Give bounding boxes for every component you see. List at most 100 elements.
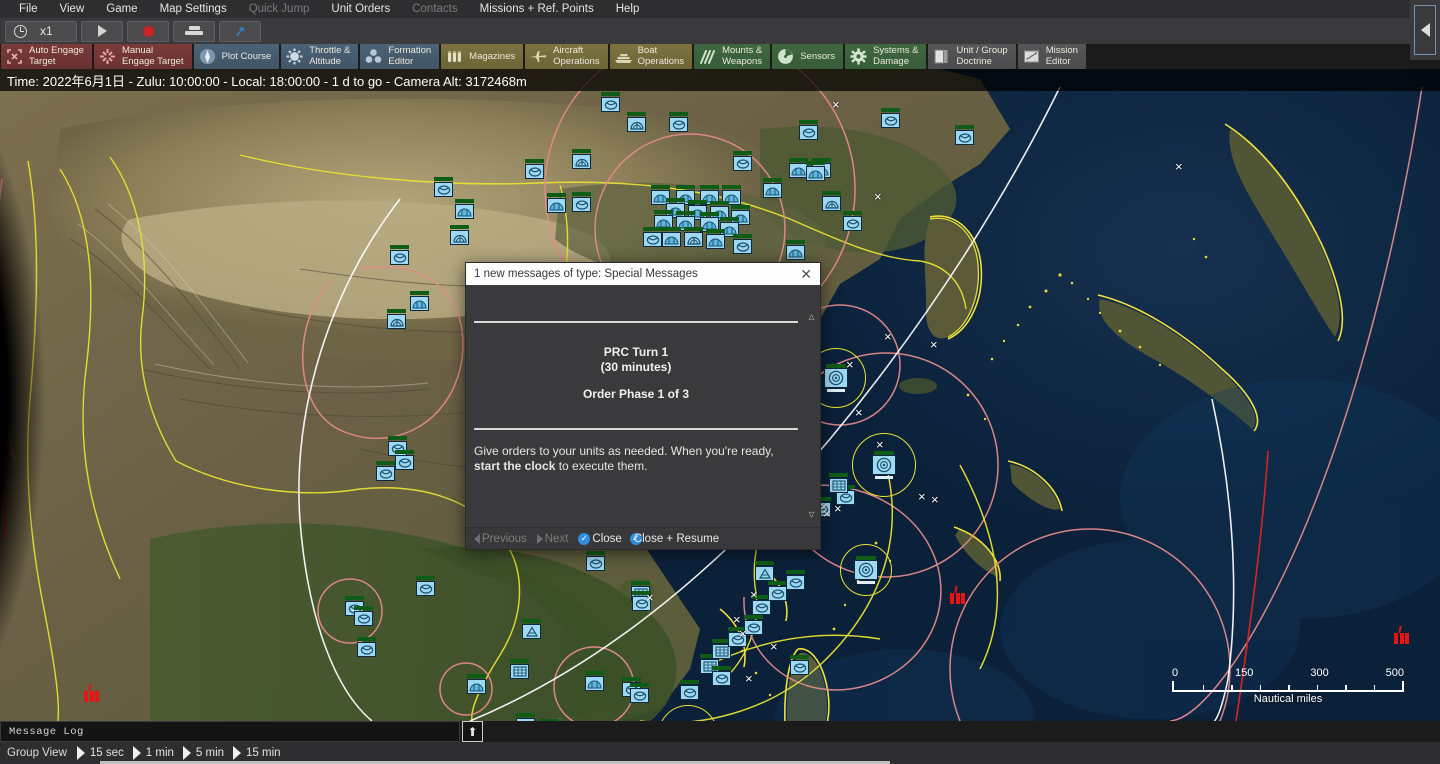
map-unit-marker[interactable] — [763, 178, 782, 198]
map-unit-marker[interactable] — [416, 576, 435, 596]
dialog-scrollbar[interactable]: ▵ ▿ — [805, 309, 818, 521]
contact-marker-x[interactable]: × — [823, 507, 831, 520]
contact-marker-x[interactable]: × — [884, 330, 892, 343]
time-step-button-5-min[interactable]: 5 min — [182, 746, 233, 760]
map-unit-marker[interactable] — [547, 193, 566, 213]
toolbar-button-throttle-altitude[interactable]: Throttle & Altitude — [281, 44, 359, 69]
map-unit-marker[interactable] — [643, 227, 662, 247]
close-icon[interactable]: ✕ — [798, 267, 814, 281]
menu-item-help[interactable]: Help — [605, 0, 651, 18]
toolbar-button-systems-damage[interactable]: Systems & Damage — [845, 44, 927, 69]
map-unit-marker[interactable] — [572, 192, 591, 212]
toolbar-button-magazines[interactable]: Magazines — [441, 44, 524, 69]
toolbar-button-auto-engage-target[interactable]: Auto Engage Target — [1, 44, 92, 69]
message-log-bar[interactable]: Message Log — [0, 721, 460, 742]
map-unit-marker[interactable] — [376, 461, 395, 481]
map-unit-marker[interactable] — [450, 225, 469, 245]
map-unit-marker[interactable] — [806, 161, 825, 181]
map-unit-marker[interactable] — [799, 120, 818, 140]
play-button[interactable] — [81, 20, 123, 42]
time-step-button-15-sec[interactable]: 15 sec — [76, 746, 133, 760]
close-resume-button[interactable]: ✓ Close + Resume — [629, 532, 719, 545]
map-unit-marker[interactable] — [627, 112, 646, 132]
toolbar-button-aircraft-operations[interactable]: Aircraft Operations — [525, 44, 608, 69]
map-unit-marker[interactable] — [455, 199, 474, 219]
close-button[interactable]: ✓ Close — [578, 532, 622, 545]
map-unit-marker[interactable] — [630, 683, 649, 703]
map-unit-marker[interactable] — [733, 151, 752, 171]
jump-to-unit-button[interactable]: ➚ — [219, 20, 261, 42]
contact-marker-x[interactable]: × — [1175, 160, 1183, 173]
contact-marker-x[interactable]: × — [874, 190, 882, 203]
toolbar-button-mission-editor[interactable]: Mission Editor — [1017, 44, 1086, 69]
map-naval-group-marker[interactable] — [854, 556, 878, 584]
map-unit-marker[interactable] — [706, 229, 725, 249]
time-step-button-1-min[interactable]: 1 min — [132, 746, 183, 760]
map-unit-marker[interactable] — [395, 450, 414, 470]
toolbar-button-manual-engage-target[interactable]: Manual Engage Target — [93, 44, 192, 69]
map-unit-marker[interactable] — [881, 108, 900, 128]
map-unit-marker[interactable] — [829, 473, 848, 493]
previous-button[interactable]: Previous — [474, 533, 527, 545]
map-unit-marker[interactable] — [843, 211, 862, 231]
map-unit-marker[interactable] — [733, 234, 752, 254]
menu-bar[interactable]: File View Game Map Settings Quick Jump Unit O… — [0, 0, 1440, 18]
menu-item-missions-ref-points[interactable]: Missions + Ref. Points — [469, 0, 605, 18]
map-unit-marker[interactable] — [585, 671, 604, 691]
toolbar-button-plot-course[interactable]: Plot Course — [193, 44, 280, 69]
map-unit-marker[interactable] — [354, 606, 373, 626]
toolbar-button-sensors[interactable]: Sensors — [772, 44, 844, 69]
map-naval-group-marker[interactable] — [824, 364, 848, 392]
map-unit-marker[interactable] — [786, 240, 805, 260]
menu-item-game[interactable]: Game — [95, 0, 148, 18]
map-unit-marker[interactable] — [790, 655, 809, 675]
contact-marker-x[interactable]: × — [733, 613, 741, 626]
game-speed-button[interactable]: x1 — [5, 20, 77, 42]
special-messages-dialog[interactable]: 1 new messages of type: Special Messages… — [465, 262, 821, 550]
menu-item-unit-orders[interactable]: Unit Orders — [320, 0, 401, 18]
map-unit-marker[interactable] — [601, 92, 620, 112]
map-unit-marker[interactable] — [755, 561, 774, 581]
map-unit-marker[interactable] — [822, 191, 841, 211]
layers-button[interactable] — [173, 20, 215, 42]
map-unit-marker[interactable] — [410, 291, 429, 311]
time-control-strip[interactable]: x1 ➚ — [0, 18, 1440, 44]
map-unit-marker[interactable] — [467, 674, 486, 694]
chevron-up-icon[interactable]: ▵ — [808, 309, 814, 323]
toolbar-button-formation-editor[interactable]: Formation Editor — [360, 44, 440, 69]
up-arrow-icon[interactable]: ⬆ — [462, 721, 483, 742]
contact-marker-x[interactable]: × — [745, 672, 753, 685]
toolbar-button-boat-operations[interactable]: Boat Operations — [609, 44, 693, 69]
map-unit-marker[interactable] — [680, 680, 699, 700]
hostile-unit-marker[interactable] — [950, 585, 966, 604]
map-naval-group-marker[interactable] — [872, 451, 896, 479]
map-unit-marker[interactable] — [752, 595, 771, 615]
hostile-unit-marker[interactable] — [84, 683, 100, 702]
map-unit-marker[interactable] — [525, 159, 544, 179]
map-unit-marker[interactable] — [586, 551, 605, 571]
right-side-panel-toggle[interactable] — [1410, 0, 1440, 60]
toolbar-button-unit-group-doctrine[interactable]: Unit / Group Doctrine — [928, 44, 1016, 69]
map-unit-marker[interactable] — [684, 227, 703, 247]
hostile-unit-marker[interactable] — [1394, 625, 1410, 644]
contact-marker-x[interactable]: × — [855, 406, 863, 419]
contact-marker-x[interactable]: × — [834, 502, 842, 515]
contact-marker-x[interactable]: × — [876, 438, 884, 451]
dialog-footer[interactable]: Previous Next ✓ Close ✓ Close + Resume — [466, 527, 820, 549]
contact-marker-x[interactable]: × — [930, 338, 938, 351]
map-unit-marker[interactable] — [390, 245, 409, 265]
map-unit-marker[interactable] — [572, 149, 591, 169]
map-unit-marker[interactable] — [387, 309, 406, 329]
map-unit-marker[interactable] — [662, 227, 681, 247]
contact-marker-x[interactable]: × — [846, 358, 854, 371]
map-unit-marker[interactable] — [955, 125, 974, 145]
map-unit-marker[interactable] — [669, 112, 688, 132]
contact-marker-x[interactable]: × — [931, 493, 939, 506]
contact-marker-x[interactable]: × — [739, 627, 747, 640]
map-unit-marker[interactable] — [510, 659, 529, 679]
contact-marker-x[interactable]: × — [646, 591, 654, 604]
menu-item-file[interactable]: File — [8, 0, 49, 18]
map-unit-marker[interactable] — [388, 436, 407, 456]
map-unit-marker[interactable] — [786, 570, 805, 590]
map-unit-marker[interactable] — [712, 666, 731, 686]
